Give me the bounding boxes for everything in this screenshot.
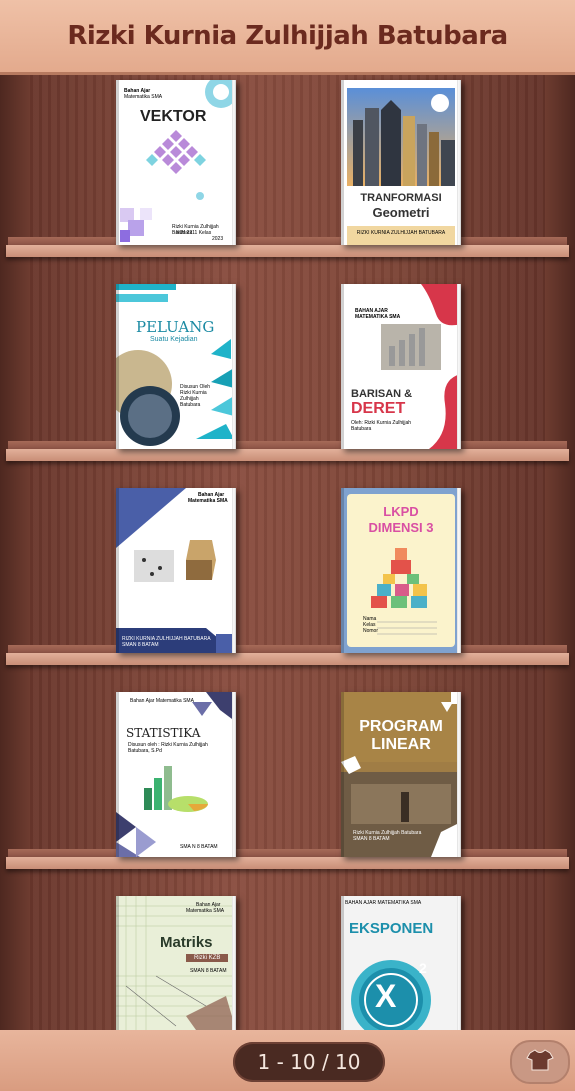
barisan-title-line1: BARISAN & <box>351 388 413 400</box>
peluang-subtitle: Suatu Kejadian <box>150 336 198 343</box>
shirt-icon <box>526 1048 554 1077</box>
shelf-plank <box>0 237 575 259</box>
barisan-author: Oleh: Rizki Kurnia Zulhijjah Batubara <box>351 420 412 432</box>
vektor-cover-art <box>120 80 236 242</box>
book-peluang[interactable]: PELUANG Suatu Kejadian Disusun Oleh Rizk… <box>116 284 236 449</box>
vektor-year: 2023 <box>212 236 224 242</box>
matriks-cover-art <box>116 896 236 1030</box>
dimensi-title-line2: TIGA <box>122 612 149 624</box>
book-transformasi-geometri[interactable]: TRANFORMASI Geometri RIZKI KURNIA ZULHIJ… <box>341 80 461 245</box>
transformasi-cover-art <box>347 88 455 245</box>
vektor-title: VEKTOR <box>140 108 207 125</box>
book-barisan-deret[interactable]: BAHAN AJAR MATEMATIKA SMA BARISAN & DERE… <box>341 284 461 449</box>
matriks-extra: SMAN 8 BATAM <box>190 968 227 974</box>
barisan-title-line2: DERET <box>351 400 406 417</box>
page-title: Rizki Kurnia Zulhijjah Batubara <box>67 21 508 51</box>
eksponen-cover-art <box>351 960 431 1030</box>
statistika-author: Disusun oleh : Rizki Kurnia Zulhijjah Ba… <box>128 742 208 754</box>
dimensi-title-line1: DIMENSI <box>122 598 168 610</box>
peluang-author: Disusun Oleh Rizki Kurnia Zulhijjah Batu… <box>180 384 211 408</box>
lkpd-title-line2: DIMENSI 3 <box>368 520 434 535</box>
page-indicator-label: 1 - 10 / 10 <box>257 1050 361 1074</box>
statistika-cover-art <box>116 692 236 857</box>
shelf-plank <box>0 645 575 667</box>
eksponen-power: 2 <box>419 960 427 976</box>
statistika-top-text: Bahan Ajar Matematika SMA <box>130 698 194 704</box>
transformasi-title-line1: TRANFORMASI <box>360 192 442 204</box>
eksponen-title: EKSPONEN <box>349 920 434 937</box>
matriks-top-text2: Matematika SMA <box>186 908 225 914</box>
matriks-badge: Rizki KZB <box>186 954 229 962</box>
footer: 1 - 10 / 10 <box>0 1030 575 1091</box>
dimensi-top-text2: Matematika SMA <box>188 498 228 504</box>
shelf-plank <box>0 441 575 463</box>
book-statistika[interactable]: Bahan Ajar Matematika SMA STATISTIKA Dis… <box>116 692 236 857</box>
statistika-title: STATISTIKA <box>126 726 201 740</box>
shelf-side-left <box>0 75 30 1030</box>
book-program-linear[interactable]: PROGRAM LINEAR Rizki Kurnia Zulhijjah Ba… <box>341 692 461 857</box>
program-linear-title-line2: LINEAR <box>371 736 431 753</box>
book-eksponen[interactable]: BAHAN AJAR MATEMATIKA SMA EKSPONEN X 2 <box>341 896 461 1030</box>
bookshelf: Bahan Ajar Matematika SMA VEKTOR Rizki K… <box>0 75 575 1030</box>
lkpd-field-number: Nomor <box>363 628 379 634</box>
shelf-side-right <box>545 75 575 1030</box>
theme-button[interactable] <box>510 1040 570 1084</box>
dimensi-cover-art <box>116 488 236 653</box>
vektor-sub-text: Matematika SMA <box>124 94 163 100</box>
peluang-cover-art <box>116 284 234 446</box>
dimensi-extra: SMAN 8 BATAM <box>122 642 159 648</box>
peluang-title: PELUANG <box>136 318 215 336</box>
eksponen-top-text: BAHAN AJAR MATEMATIKA SMA <box>345 900 422 906</box>
program-linear-title-line1: PROGRAM <box>359 718 443 735</box>
book-lkpd-dimensi-3[interactable]: LKPD DIMENSI 3 Nama Kelas Nomor <box>341 488 461 653</box>
transformasi-title-line2: Geometri <box>372 205 430 220</box>
eksponen-symbol: X <box>375 978 397 1014</box>
matriks-title: Matriks <box>160 934 213 951</box>
book-vektor[interactable]: Bahan Ajar Matematika SMA VEKTOR Rizki K… <box>116 80 236 245</box>
barisan-top-text2: MATEMATIKA SMA <box>355 314 401 320</box>
header: Rizki Kurnia Zulhijjah Batubara <box>0 0 575 75</box>
program-linear-extra: SMAN 8 BATAM <box>353 836 390 842</box>
vektor-extra: NIM 2211 Kelas <box>176 230 212 236</box>
shelf-back <box>30 75 545 1030</box>
transformasi-author: RIZKI KURNIA ZULHIJJAH BATUBARA <box>356 230 446 236</box>
shelf-plank <box>0 849 575 871</box>
lkpd-title-line1: LKPD <box>383 504 419 519</box>
book-matriks[interactable]: Bahan Ajar Matematika SMA Matriks Rizki … <box>116 896 236 1030</box>
book-dimensi-tiga[interactable]: Bahan Ajar Matematika SMA DIMENSI TIGA R… <box>116 488 236 653</box>
page-indicator[interactable]: 1 - 10 / 10 <box>233 1042 385 1082</box>
statistika-extra: SMA N 8 BATAM <box>180 844 218 850</box>
